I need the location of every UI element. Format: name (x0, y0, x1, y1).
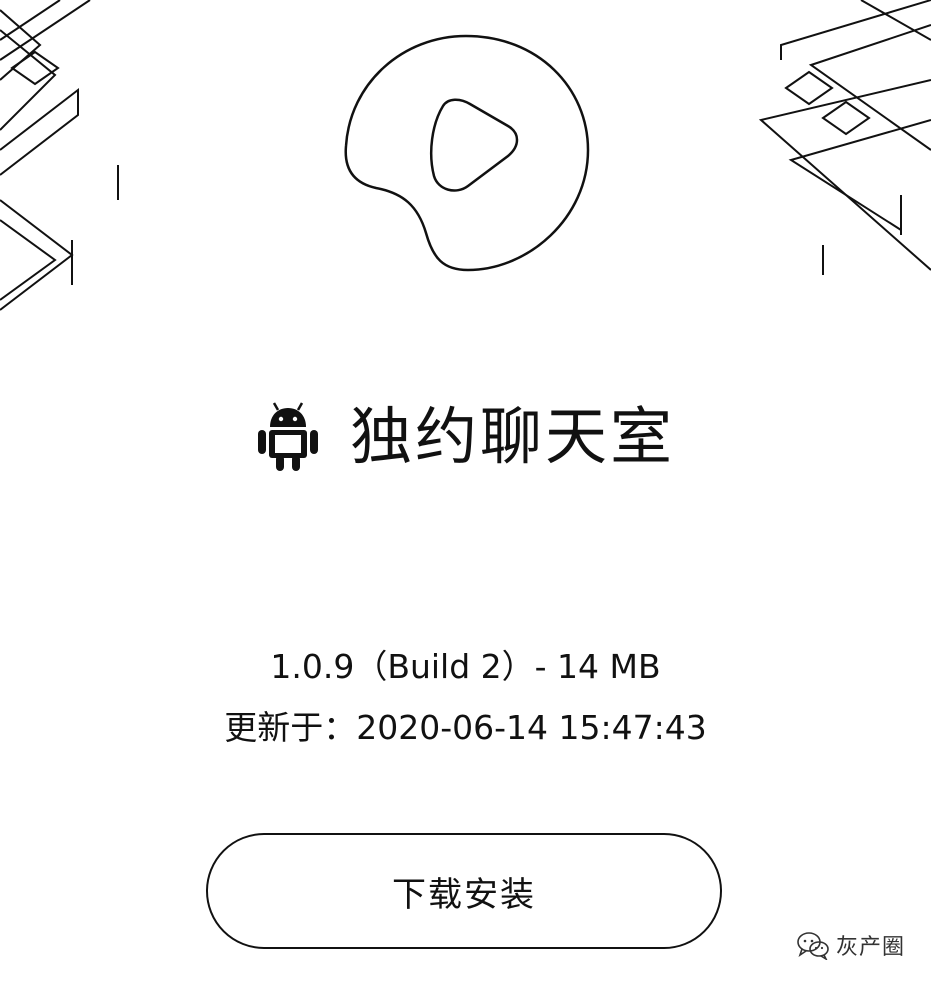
download-install-button[interactable]: 下载安装 (206, 833, 722, 949)
watermark-text: 灰产圈 (835, 935, 905, 960)
update-time-text: 更新于：2020-06-14 15:47:43 (224, 708, 707, 747)
wechat-icon (797, 932, 829, 960)
download-install-label: 下载安装 (392, 874, 536, 915)
play-blob-logo-icon (344, 34, 590, 272)
android-icon (257, 402, 318, 471)
geometric-pattern-left-decoration (0, 0, 119, 311)
app-name: 独约聊天室 (349, 400, 675, 473)
app-title-row: 独约聊天室 (0, 392, 931, 482)
version-size-text: 1.0.9（Build 2）- 14 MB (270, 647, 661, 686)
watermark: 灰产圈 (796, 928, 905, 962)
geometric-pattern-right-decoration (758, 0, 931, 275)
